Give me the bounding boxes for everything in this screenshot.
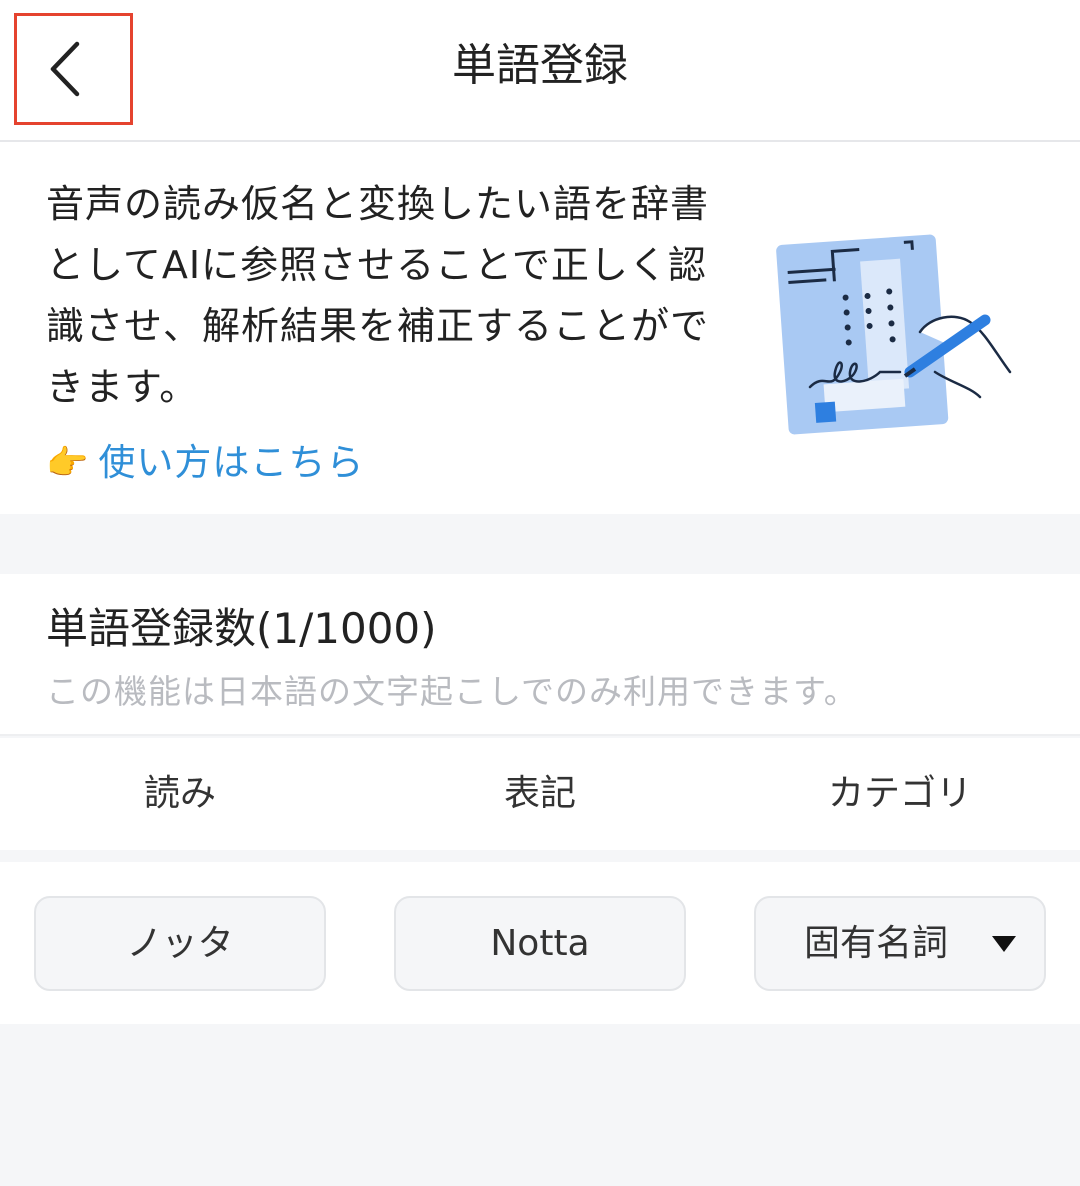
category-select-value: 固有名詞 xyxy=(804,923,949,964)
word-count-title: 単語登録数(1/1000) xyxy=(46,604,437,653)
word-count-note: この機能は日本語の文字起こしでのみ利用できます。 xyxy=(46,672,858,711)
top-bar: 単語登録 xyxy=(0,0,1080,142)
column-header-category: カテゴリ xyxy=(827,773,972,814)
pointing-hand-icon: 👉 xyxy=(46,443,89,483)
intro-section: 音声の読み仮名と変換したい語を辞書としてAIに参照させることで正しく認識させ、解… xyxy=(0,142,1080,514)
page-title: 単語登録 xyxy=(452,40,628,91)
notation-field[interactable]: Notta xyxy=(394,896,686,991)
intro-description: 音声の読み仮名と変換したい語を辞書としてAIに参照させることで正しく認識させ、解… xyxy=(46,182,710,409)
column-header-notation: 表記 xyxy=(503,773,576,814)
reading-field[interactable]: ノッタ xyxy=(34,896,326,991)
table-row: ノッタ Notta 固有名詞 xyxy=(0,862,1080,1024)
word-count-section: 単語登録数(1/1000) この機能は日本語の文字起こしでのみ利用できます。 xyxy=(0,574,1080,736)
column-header-reading: 読み xyxy=(143,773,216,814)
caret-down-icon xyxy=(992,936,1016,952)
howto-link-label: 使い方はこちら xyxy=(98,441,365,484)
dictionary-writing-illustration xyxy=(776,234,1012,435)
howto-link[interactable]: 👉 使い方はこちら xyxy=(46,438,364,488)
table-header: 読み 表記 カテゴリ xyxy=(0,738,1080,850)
category-select[interactable]: 固有名詞 xyxy=(754,896,1046,991)
